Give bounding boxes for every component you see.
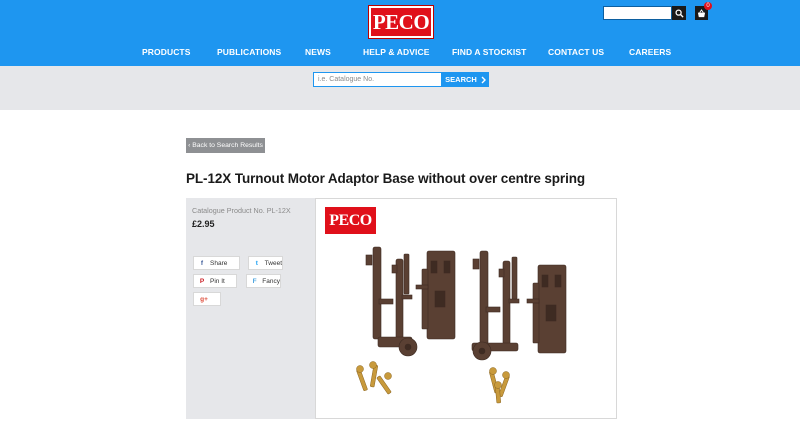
share-pinterest-button[interactable]: P Pin It <box>193 274 237 288</box>
share-fancy-label: Fancy <box>262 277 280 285</box>
catalogue-search-button[interactable]: SEARCH <box>442 72 489 87</box>
catalogue-search-input[interactable]: i.e. Catalogue No. <box>313 72 442 87</box>
share-facebook-button[interactable]: f Share <box>193 256 240 270</box>
catalogue-number: Catalogue Product No. PL-12X <box>192 206 291 215</box>
share-facebook-label: Share <box>210 259 228 267</box>
share-fancy-button[interactable]: F Fancy <box>246 274 281 288</box>
peco-logo[interactable]: PECO <box>368 5 434 39</box>
nav-find-a-stockist[interactable]: FIND A STOCKIST <box>452 47 526 57</box>
brass-screws <box>356 361 510 404</box>
basket-count-badge: 0 <box>704 2 712 10</box>
basket-icon <box>697 8 706 17</box>
nav-publications[interactable]: PUBLICATIONS <box>217 47 281 57</box>
nav-contact-us[interactable]: CONTACT US <box>548 47 604 57</box>
header-search-input[interactable] <box>603 6 672 20</box>
share-google-plus-button[interactable]: g+ <box>193 292 221 306</box>
catalogue-search-label: SEARCH <box>445 75 477 84</box>
share-twitter-label: Tweet <box>264 259 282 267</box>
nav-careers[interactable]: CAREERS <box>629 47 671 57</box>
google-plus-icon: g+ <box>200 295 208 303</box>
product-title: PL-12X Turnout Motor Adaptor Base withou… <box>186 171 586 186</box>
main-nav: PRODUCTS PUBLICATIONS NEWS HELP & ADVICE… <box>0 47 800 59</box>
product-info-panel <box>186 198 315 419</box>
twitter-icon: t <box>255 259 258 267</box>
search-icon <box>674 8 684 18</box>
back-to-results-button[interactable]: ‹ Back to Search Results <box>186 138 265 153</box>
share-twitter-button[interactable]: t Tweet <box>248 256 283 270</box>
fancy-icon: F <box>252 277 257 285</box>
adaptor-base-parts <box>365 246 567 361</box>
header-search-button[interactable] <box>672 6 686 20</box>
product-photo <box>356 246 567 404</box>
product-price: £2.95 <box>192 219 215 229</box>
nav-news[interactable]: NEWS <box>305 47 331 57</box>
pinterest-icon: P <box>199 277 205 285</box>
nav-products[interactable]: PRODUCTS <box>142 47 191 57</box>
facebook-icon: f <box>200 259 204 267</box>
nav-help-advice[interactable]: HELP & ADVICE <box>363 47 429 57</box>
logo-text: PECO <box>372 9 430 34</box>
share-pinterest-label: Pin It <box>210 277 225 285</box>
chevron-right-icon <box>481 76 486 83</box>
